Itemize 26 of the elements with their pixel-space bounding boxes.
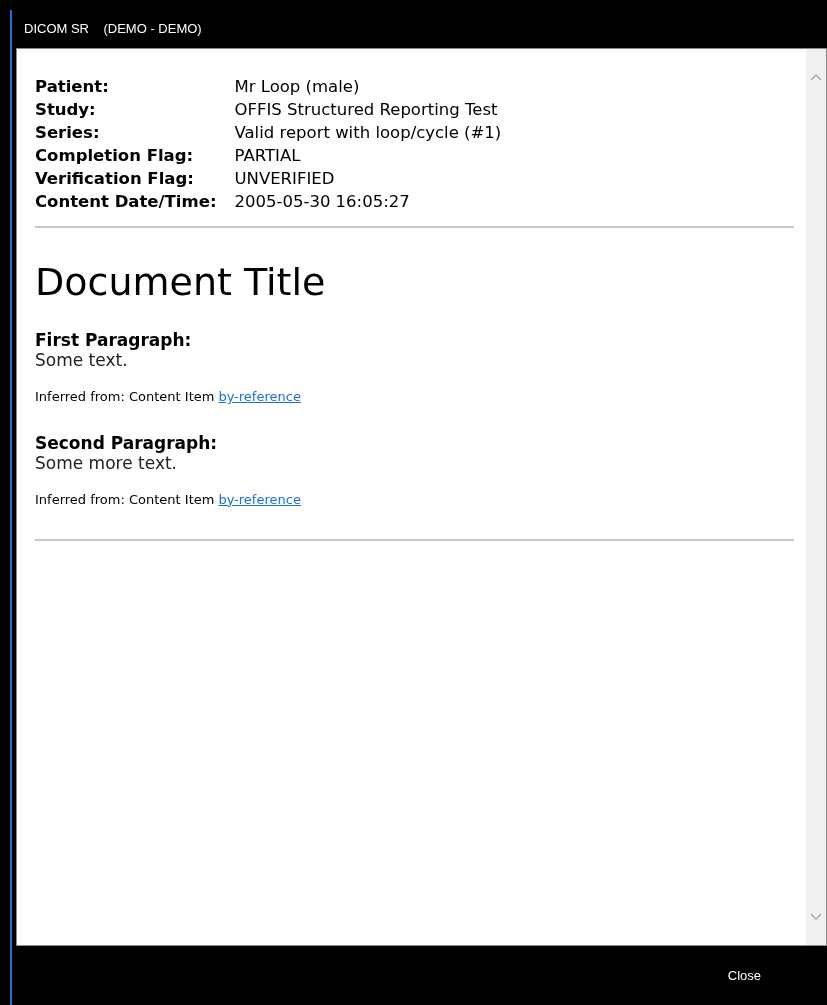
field-value: Valid report with loop/cycle (#1) xyxy=(234,122,503,144)
scrollbar[interactable] xyxy=(806,49,826,945)
field-label: Study: xyxy=(35,99,97,121)
document-title: Document Title xyxy=(35,260,327,304)
field-label: Patient: xyxy=(35,76,110,98)
reference-link[interactable]: by-reference xyxy=(218,387,301,407)
close-button[interactable]: Close xyxy=(719,961,769,990)
reference-link[interactable]: by-reference xyxy=(218,489,301,509)
scroll-up-icon[interactable] xyxy=(810,73,822,81)
field-label: Content Date/Time: xyxy=(35,191,218,213)
field-label: Completion Flag: xyxy=(35,145,195,167)
field-label: Verification Flag: xyxy=(35,168,195,190)
field-value: UNVERIFIED xyxy=(234,168,336,190)
field-label: Series: xyxy=(35,122,101,144)
scroll-down-icon[interactable] xyxy=(810,913,822,921)
field-value: 2005-05-30 16:05:27 xyxy=(234,191,411,213)
field-value: OFFIS Structured Reporting Test xyxy=(234,99,499,121)
section-heading: First Paragraph: xyxy=(35,330,192,350)
inferred-note: Inferred from: Content Item xyxy=(35,490,215,509)
field-value: Mr Loop (male) xyxy=(234,76,361,98)
section-text: Some text. xyxy=(35,350,128,370)
inferred-note: Inferred from: Content Item xyxy=(35,388,215,406)
section-text: Some more text. xyxy=(35,452,177,473)
section-heading: Second Paragraph: xyxy=(35,432,218,453)
field-value: PARTIAL xyxy=(234,145,302,167)
window-title: DICOM SR (DEMO - DEMO) xyxy=(24,20,202,39)
